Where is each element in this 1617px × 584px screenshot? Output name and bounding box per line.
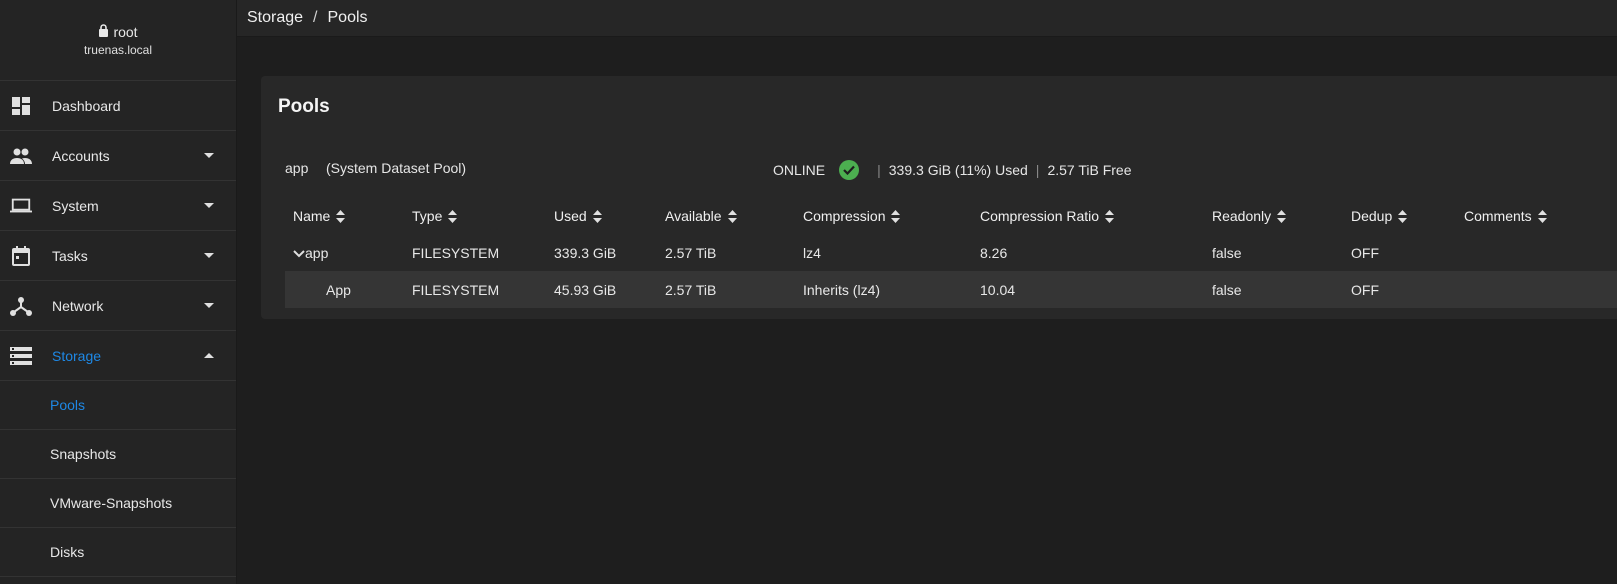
laptop-icon bbox=[10, 195, 32, 217]
chevron-down-icon bbox=[204, 303, 214, 308]
cell-used: 45.93 GiB bbox=[554, 271, 665, 308]
cell-dedup: OFF bbox=[1351, 271, 1464, 308]
cell-compression-ratio: 10.04 bbox=[980, 271, 1212, 308]
cell-compression: Inherits (lz4) bbox=[803, 271, 980, 308]
cell-comments bbox=[1464, 271, 1617, 308]
cell-name: app bbox=[285, 234, 412, 271]
table-row[interactable]: app FILESYSTEM 339.3 GiB 2.57 TiB lz4 8.… bbox=[285, 234, 1617, 271]
sort-icon bbox=[1105, 209, 1115, 226]
sidebar-subitem-label: VMware-Snapshots bbox=[50, 495, 173, 511]
cell-used: 339.3 GiB bbox=[554, 244, 617, 261]
pool-header: app (System Dataset Pool) ONLINE | 339.3… bbox=[285, 158, 1617, 180]
table-row[interactable]: App FILESYSTEM 45.93 GiB 2.57 TiB Inheri… bbox=[285, 271, 1617, 308]
pool-used: 339.3 GiB (11%) Used bbox=[888, 162, 1028, 178]
user-line: root bbox=[98, 23, 138, 40]
sidebar-item-storage[interactable]: Storage bbox=[0, 331, 236, 381]
sidebar-item-label: Storage bbox=[52, 347, 102, 364]
pools-card: Pools app (System Dataset Pool) ONLINE |… bbox=[261, 76, 1617, 319]
cell-available: 2.57 TiB bbox=[665, 244, 717, 261]
storage-icon bbox=[10, 345, 32, 367]
breadcrumb-separator: / bbox=[313, 9, 318, 26]
sidebar-item-network[interactable]: Network bbox=[0, 281, 236, 331]
username: root bbox=[113, 23, 138, 40]
calendar-icon bbox=[10, 245, 32, 267]
table-header-row: Name Type Used Available Compression Com… bbox=[285, 200, 1617, 234]
sidebar-subitem-label: Disks bbox=[50, 544, 85, 560]
sidebar-subitem-label: Snapshots bbox=[50, 446, 117, 462]
sidebar-item-label: Dashboard bbox=[52, 97, 121, 114]
check-circle-icon bbox=[839, 160, 860, 180]
sidebar-subitem-label: Pools bbox=[50, 397, 86, 413]
page-title: Pools bbox=[278, 96, 330, 117]
column-header-type[interactable]: Type bbox=[412, 200, 554, 234]
breadcrumb-pools: Pools bbox=[327, 9, 368, 26]
cell-compression: lz4 bbox=[803, 244, 821, 261]
sidebar-item-label: Network bbox=[52, 297, 104, 314]
column-header-name[interactable]: Name bbox=[285, 200, 412, 234]
sidebar-item-dashboard[interactable]: Dashboard bbox=[0, 81, 236, 131]
user-block: root truenas.local bbox=[0, 0, 236, 81]
sort-icon bbox=[1398, 209, 1408, 226]
status-text: ONLINE bbox=[773, 162, 826, 178]
cell-compression-ratio: 8.26 bbox=[980, 244, 1008, 261]
column-header-compression-ratio[interactable]: Compression Ratio bbox=[980, 200, 1212, 234]
sidebar-item-accounts[interactable]: Accounts bbox=[0, 131, 236, 181]
pool-status: ONLINE | 339.3 GiB (11%) Used | 2.57 TiB… bbox=[773, 160, 1131, 180]
column-header-dedup[interactable]: Dedup bbox=[1351, 200, 1464, 234]
cell-readonly: false bbox=[1212, 271, 1351, 308]
chevron-down-icon bbox=[204, 153, 214, 158]
lock-icon bbox=[98, 23, 109, 40]
column-header-comments[interactable]: Comments bbox=[1464, 200, 1617, 234]
divider: | bbox=[877, 162, 881, 178]
pool-description: (System Dataset Pool) bbox=[326, 160, 467, 176]
pool-free: 2.57 TiB Free bbox=[1047, 162, 1132, 178]
chevron-down-icon bbox=[204, 253, 214, 258]
column-header-compression[interactable]: Compression bbox=[803, 200, 980, 234]
sidebar-item-tasks[interactable]: Tasks bbox=[0, 231, 236, 281]
breadcrumb: Storage / Pools bbox=[237, 0, 1617, 37]
cell-dedup: OFF bbox=[1351, 244, 1379, 261]
cell-type: FILESYSTEM bbox=[412, 271, 554, 308]
divider: | bbox=[1035, 162, 1040, 178]
chevron-down-icon[interactable] bbox=[293, 245, 305, 261]
column-header-used[interactable]: Used bbox=[554, 200, 665, 234]
cell-available: 2.57 TiB bbox=[665, 271, 803, 308]
cell-name: App bbox=[285, 271, 412, 308]
people-icon bbox=[10, 145, 32, 167]
sidebar-subitem-pools[interactable]: Pools bbox=[0, 381, 236, 430]
sidebar-subitem-snapshots[interactable]: Snapshots bbox=[0, 430, 236, 479]
sort-icon bbox=[727, 209, 737, 226]
hostname: truenas.local bbox=[83, 42, 153, 57]
cell-readonly: false bbox=[1212, 244, 1242, 261]
sidebar-subitem-vmware-snapshots[interactable]: VMware-Snapshots bbox=[0, 479, 236, 528]
column-header-available[interactable]: Available bbox=[665, 200, 803, 234]
sidebar-item-label: Accounts bbox=[52, 147, 110, 164]
pool-name: app bbox=[285, 160, 309, 176]
sidebar: root truenas.local Dashboard Accounts Sy… bbox=[0, 0, 237, 584]
sort-icon bbox=[592, 209, 602, 226]
sort-icon bbox=[336, 209, 346, 226]
chevron-down-icon bbox=[204, 203, 214, 208]
sidebar-item-label: Tasks bbox=[52, 247, 88, 264]
sort-icon bbox=[448, 209, 458, 226]
sidebar-item-label: System bbox=[52, 197, 99, 214]
sort-icon bbox=[891, 209, 901, 226]
sort-icon bbox=[1537, 209, 1547, 226]
sidebar-subitem-disks[interactable]: Disks bbox=[0, 528, 236, 577]
datasets-table: Name Type Used Available Compression Com… bbox=[285, 200, 1617, 308]
column-header-readonly[interactable]: Readonly bbox=[1212, 200, 1351, 234]
breadcrumb-storage[interactable]: Storage bbox=[247, 9, 303, 27]
dashboard-icon bbox=[10, 95, 32, 117]
sort-icon bbox=[1277, 209, 1287, 226]
cell-type: FILESYSTEM bbox=[412, 244, 500, 261]
network-icon bbox=[10, 295, 32, 317]
chevron-up-icon bbox=[204, 353, 214, 358]
sidebar-item-system[interactable]: System bbox=[0, 181, 236, 231]
cell-comments bbox=[1464, 234, 1617, 271]
